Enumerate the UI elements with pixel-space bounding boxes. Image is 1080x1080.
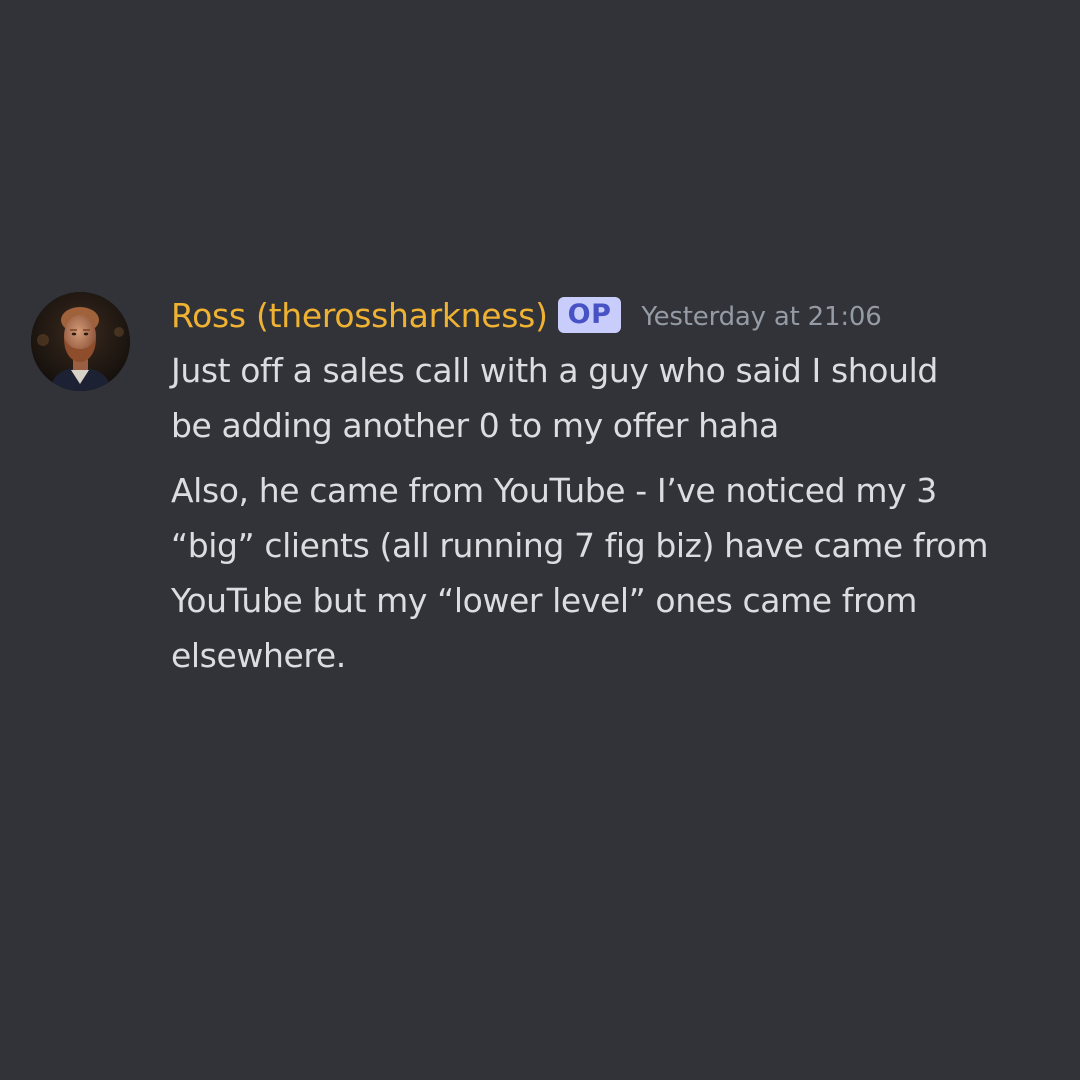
message-header: Ross (therossharkness) OP Yesterday at 2… — [171, 290, 1051, 340]
message-text: Just off a sales call with a guy who sai… — [171, 351, 938, 445]
chat-message: Ross (therossharkness) OP Yesterday at 2… — [0, 0, 1080, 1080]
op-badge: OP — [557, 297, 622, 333]
message-timestamp[interactable]: Yesterday at 21:06 — [641, 302, 881, 332]
message-content: Ross (therossharkness) OP Yesterday at 2… — [171, 290, 1051, 683]
user-avatar-icon — [31, 292, 130, 391]
message-text: Also, he came from YouTube - I’ve notice… — [171, 471, 989, 675]
author-name[interactable]: Ross (therossharkness) — [171, 296, 548, 335]
avatar[interactable] — [31, 292, 130, 391]
